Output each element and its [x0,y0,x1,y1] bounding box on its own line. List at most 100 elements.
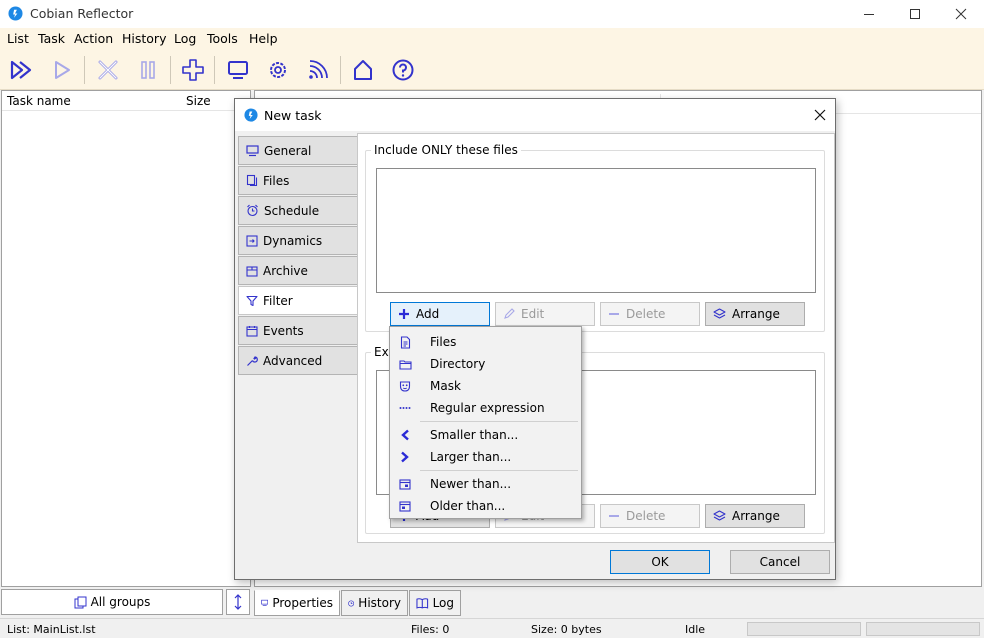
nav-archive-label: Archive [263,263,308,278]
menu-item-regex-label: Regular expression [430,401,545,415]
dialog-close-button[interactable] [805,99,835,131]
nav-advanced-label: Advanced [263,353,323,368]
layers-icon [713,307,726,319]
menu-item-files[interactable]: Files [392,331,579,353]
exclude-arrange-button[interactable]: Arrange [705,504,805,528]
include-arrange-button[interactable]: Arrange [705,302,805,326]
menu-help[interactable]: Help [249,31,278,46]
status-size: Size: 0 bytes [531,623,602,636]
task-list-panel[interactable]: Task name Size [1,90,251,587]
status-bar: List: MainList.lst Files: 0 Size: 0 byte… [0,618,984,638]
dynamics-icon [246,234,258,247]
menu-separator [420,421,578,422]
add-task-button[interactable] [179,56,207,84]
menu-item-smaller-label: Smaller than... [430,428,519,442]
cancel-button[interactable]: Cancel [730,550,830,574]
add-filter-menu: Files Directory Mask Regular expression … [389,326,582,519]
history-icon [348,600,355,606]
tab-history-label: History [358,596,401,610]
close-button[interactable] [938,0,984,28]
settings-icon [270,62,286,78]
menu-item-mask-label: Mask [430,379,461,393]
menu-tools[interactable]: Tools [207,31,238,46]
include-add-button[interactable]: Add [390,302,490,326]
tab-properties[interactable]: Properties [254,590,340,616]
file-icon [400,335,410,349]
maximize-button[interactable] [892,0,938,28]
menu-item-older-than[interactable]: Older than... [392,495,579,517]
column-task-name[interactable]: Task name [7,94,71,108]
tab-log[interactable]: Log [409,590,461,616]
menu-list[interactable]: List [7,31,29,46]
menu-action[interactable]: Action [74,31,113,46]
column-size[interactable]: Size [186,94,211,108]
app-logo-icon [244,108,258,122]
home-button[interactable] [349,56,377,84]
menu-history[interactable]: History [122,31,166,46]
sort-button[interactable] [226,589,250,615]
menu-log[interactable]: Log [174,31,196,46]
minus-icon [609,313,619,315]
menu-separator [420,470,578,471]
run-button[interactable] [48,56,76,84]
nav-files-label: Files [263,173,290,188]
nav-advanced[interactable]: Advanced [238,346,358,375]
menu-task[interactable]: Task [38,31,65,46]
status-state: Idle [685,623,706,636]
tab-history[interactable]: History [341,590,408,616]
menu-item-newer-label: Newer than... [430,477,512,491]
minimize-button[interactable] [846,0,892,28]
mask-icon [399,381,411,392]
dialog-title: New task [264,108,322,123]
help-button[interactable] [389,56,417,84]
nav-events[interactable]: Events [238,316,358,345]
toolbar-separator [84,56,85,84]
nav-general-label: General [264,143,312,158]
exclude-delete-label: Delete [626,509,666,523]
remote-icon [309,60,328,79]
toolbar-separator [170,56,171,84]
menu-item-mask[interactable]: Mask [392,375,579,397]
settings-button[interactable] [264,56,292,84]
remote-button[interactable] [304,56,332,84]
dialog-title-bar: New task [235,99,835,131]
home-icon [354,60,372,80]
include-delete-button[interactable]: Delete [600,302,700,326]
task-list-header: Task name Size [2,91,250,111]
all-groups-label: All groups [90,595,151,609]
dots-icon [399,407,410,409]
nav-filter[interactable]: Filter [238,286,360,315]
monitor-button[interactable] [224,56,252,84]
tab-properties-label: Properties [272,596,333,610]
plus-icon [399,309,409,319]
nav-archive[interactable]: Archive [238,256,358,285]
pause-button[interactable] [134,56,162,84]
menu-item-regular-expression[interactable]: Regular expression [392,397,579,419]
nav-general[interactable]: General [238,136,358,165]
menu-item-newer-than[interactable]: Newer than... [392,473,579,495]
menu-item-larger-than[interactable]: Larger than... [392,446,579,468]
cancel-icon [98,60,118,80]
wrench-icon [247,355,258,366]
alarm-clock-icon [247,204,258,217]
run-all-button[interactable] [8,56,36,84]
nav-dynamics[interactable]: Dynamics [238,226,358,255]
calendar-old-icon [399,501,411,512]
nav-schedule[interactable]: Schedule [238,196,358,225]
cancel-button[interactable] [94,56,122,84]
include-arrange-label: Arrange [732,307,780,321]
menu-item-older-label: Older than... [430,499,506,513]
include-edit-button[interactable]: Edit [495,302,595,326]
ok-button[interactable]: OK [610,550,710,574]
calendar-icon [246,325,258,337]
exclude-delete-button[interactable]: Delete [600,504,700,528]
run-all-icon [10,60,32,80]
include-files-list[interactable] [376,168,816,293]
chevron-right-icon [401,451,409,463]
menu-item-directory[interactable]: Directory [392,353,579,375]
toolbar-separator [340,56,341,84]
nav-files[interactable]: Files [238,166,358,195]
include-delete-label: Delete [626,307,666,321]
all-groups-button[interactable]: All groups [1,589,223,615]
menu-item-smaller-than[interactable]: Smaller than... [392,424,579,446]
